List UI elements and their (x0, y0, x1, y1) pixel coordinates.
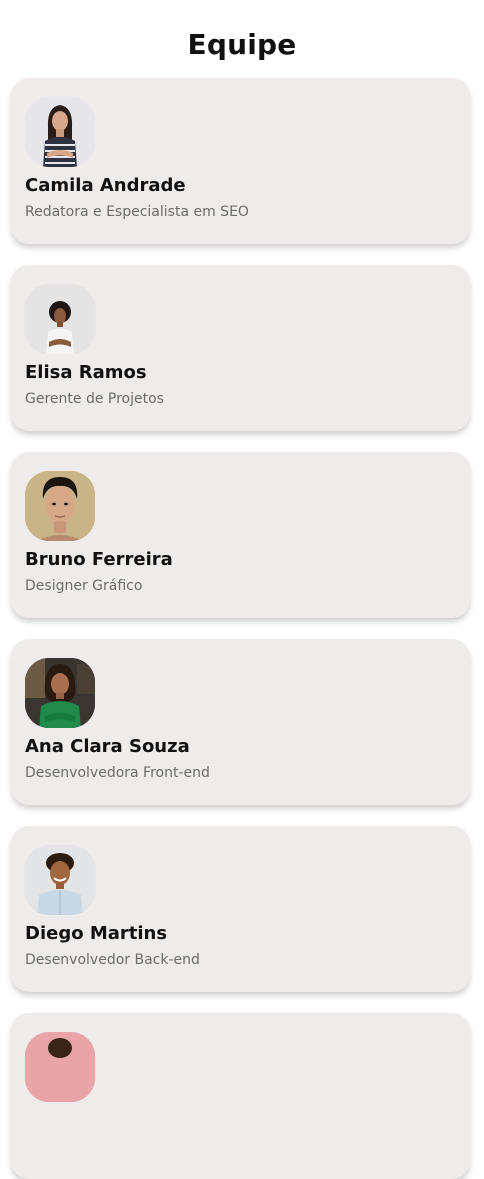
member-name: Ana Clara Souza (25, 736, 190, 757)
member-role: Designer Gráfico (25, 578, 143, 594)
team-member-card: Diego Martins Desenvolvedor Back-end (11, 826, 470, 992)
member-role: Desenvolvedora Front-end (25, 765, 210, 781)
member-role: Gerente de Projetos (25, 391, 164, 407)
member-role: Redatora e Especialista em SEO (25, 204, 249, 220)
team-member-card: Elisa Ramos Gerente de Projetos (11, 265, 470, 431)
avatar (25, 284, 95, 354)
team-member-card: Bruno Ferreira Designer Gráfico (11, 452, 470, 618)
team-member-card: Ana Clara Souza Desenvolvedora Front-end (11, 639, 470, 805)
member-name: Bruno Ferreira (25, 549, 173, 570)
member-name: Elisa Ramos (25, 362, 147, 383)
member-role: Desenvolvedor Back-end (25, 952, 200, 968)
team-member-card: Camila Andrade Redatora e Especialista e… (11, 78, 470, 244)
avatar (25, 1032, 95, 1102)
avatar (25, 658, 95, 728)
avatar (25, 97, 95, 167)
member-name: Camila Andrade (25, 175, 186, 196)
team-member-card (11, 1013, 470, 1179)
avatar (25, 845, 95, 915)
page-title: Equipe (187, 28, 297, 61)
member-name: Diego Martins (25, 923, 168, 944)
avatar (25, 471, 95, 541)
